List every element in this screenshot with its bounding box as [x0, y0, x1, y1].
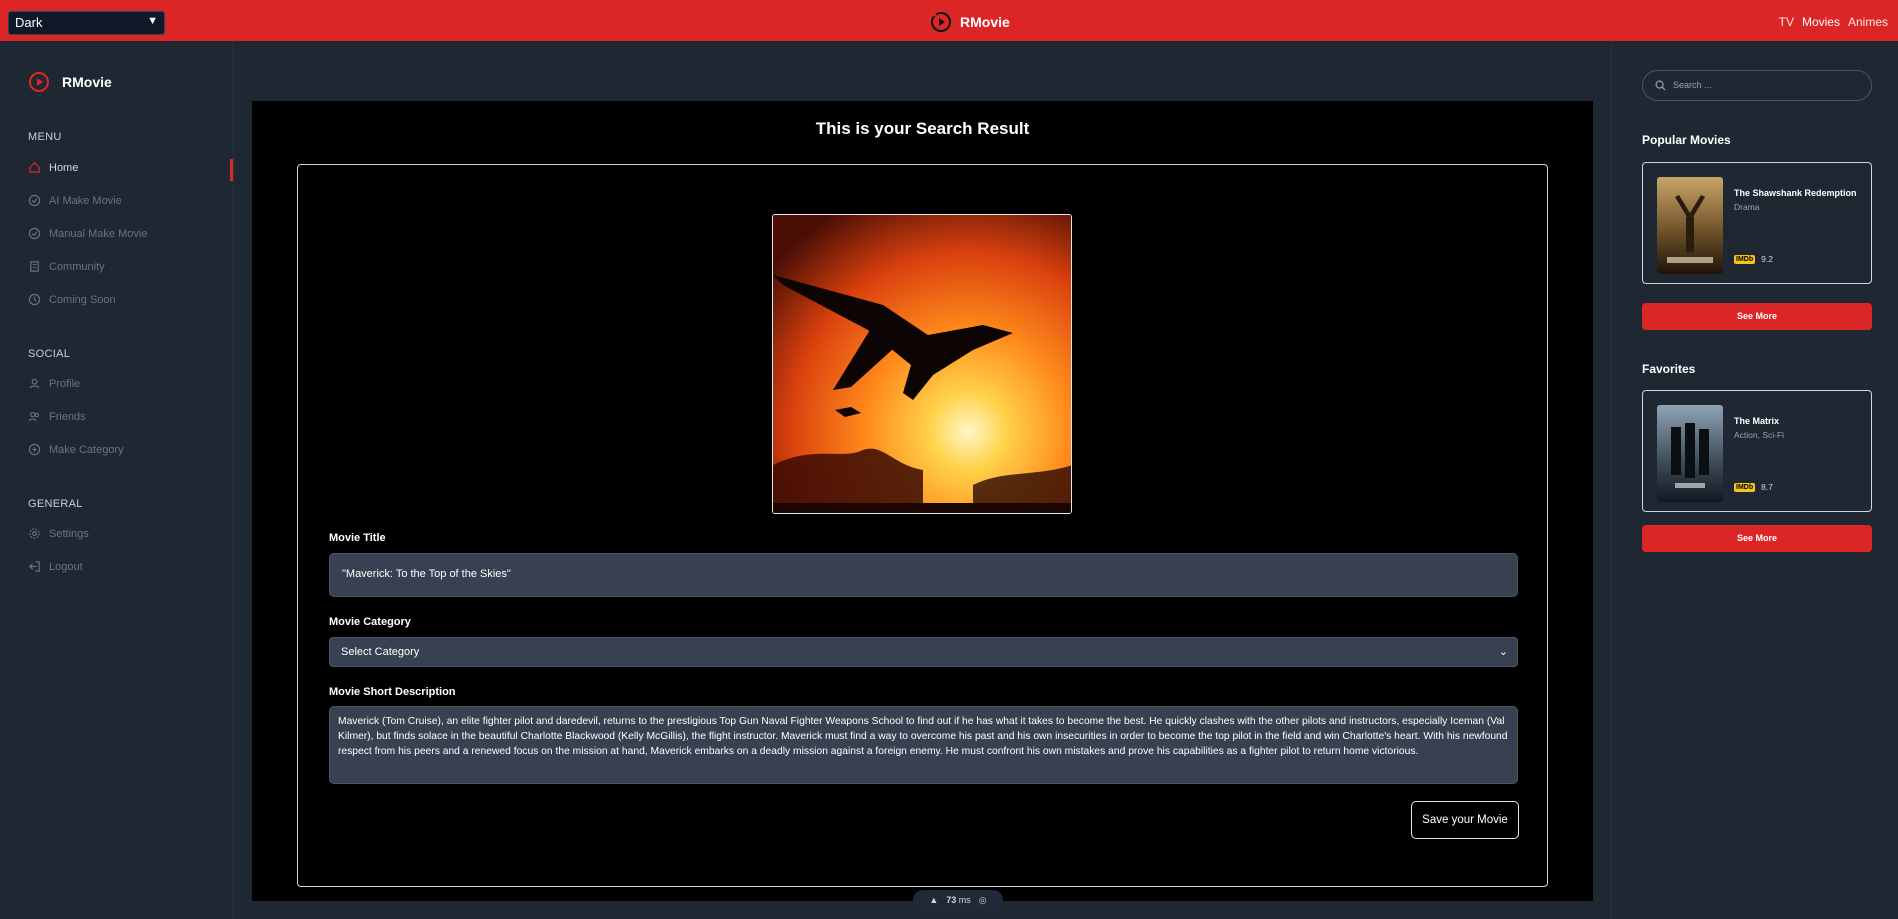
favorite-movie-card[interactable]: The Matrix Action, Sci-Fi IMDb 8.7	[1642, 390, 1872, 512]
shawshank-poster	[1657, 177, 1723, 274]
page-title: This is your Search Result	[815, 119, 1030, 138]
search-result-panel: This is your Search Result Movie Title "…	[252, 101, 1593, 901]
building-icon	[30, 261, 39, 272]
theme-select-value: Dark	[15, 15, 43, 30]
popular-movie-rating: IMDb 9.2	[1734, 254, 1773, 264]
sidebar-item-manual-make-movie[interactable]: Manual Make Movie	[28, 227, 147, 240]
favorite-movie-genre: Action, Sci-Fi	[1734, 430, 1785, 440]
sidebar-item-label: Manual Make Movie	[49, 227, 148, 240]
see-more-popular-button[interactable]: See More	[1642, 303, 1872, 330]
top-nav: TV Movies Animes	[1779, 15, 1888, 29]
play-logo-icon	[931, 12, 951, 32]
sidebar-item-profile[interactable]: Profile	[28, 377, 80, 390]
sidebar-item-ai-make-movie[interactable]: AI Make Movie	[28, 194, 122, 207]
check-circle-icon	[28, 227, 41, 240]
gear-icon	[29, 528, 40, 539]
movie-title-input[interactable]: "Maverick: To the Top of the Skies"	[329, 553, 1518, 597]
movie-title-label: Movie Title	[329, 532, 386, 544]
target-icon: ◎	[978, 894, 987, 905]
movie-description-label: Movie Short Description	[329, 686, 456, 698]
sidebar-item-coming-soon[interactable]: Coming Soon	[28, 293, 116, 306]
circle-plus-icon	[28, 443, 41, 456]
section-title-social: SOCIAL	[28, 348, 71, 360]
favorite-movie-rating: IMDb 8.7	[1734, 482, 1773, 492]
movie-category-select[interactable]: Select Category ⌄	[329, 637, 1518, 667]
play-logo-icon	[29, 72, 49, 92]
popular-movie-title: The Shawshank Redemption	[1734, 188, 1857, 198]
sidebar-item-label: Logout	[49, 560, 83, 573]
favorite-movie-title: The Matrix	[1734, 416, 1780, 426]
mountain-icon: ▲	[929, 895, 939, 905]
matrix-poster	[1657, 405, 1723, 502]
top-bar: Dark ▼ RMovie TV Movies Animes	[0, 0, 1898, 41]
movie-category-label: Movie Category	[329, 616, 411, 628]
imdb-badge: IMDb	[1734, 254, 1756, 264]
sidebar-brand[interactable]: RMovie	[28, 71, 112, 93]
user-icon	[29, 378, 40, 389]
users-icon	[28, 412, 40, 422]
sidebar-item-settings[interactable]: Settings	[28, 527, 89, 540]
top-brand[interactable]: RMovie	[930, 11, 1010, 33]
nav-link-movies[interactable]: Movies	[1802, 15, 1840, 29]
sidebar-item-home[interactable]: Home	[28, 161, 78, 174]
search-placeholder: Search ...	[1673, 80, 1712, 90]
popular-movies-title: Popular Movies	[1642, 133, 1731, 147]
movie-form-card: Movie Title "Maverick: To the Top of the…	[297, 164, 1548, 887]
top-brand-name: RMovie	[960, 14, 1010, 30]
sidebar-item-label: Make Category	[49, 443, 124, 456]
sidebar-item-label: Settings	[49, 527, 89, 540]
sidebar-item-label: Profile	[49, 377, 81, 390]
check-circle-icon	[28, 194, 41, 207]
sidebar-brand-name: RMovie	[62, 74, 112, 90]
sidebar-item-friends[interactable]: Friends	[28, 410, 86, 423]
movie-category-value: Select Category	[341, 646, 420, 658]
favorites-title: Favorites	[1642, 362, 1696, 376]
section-title-menu: MENU	[28, 131, 62, 143]
section-title-general: GENERAL	[28, 498, 83, 510]
nav-link-animes[interactable]: Animes	[1848, 15, 1888, 29]
popular-movie-genre: Drama	[1734, 202, 1760, 212]
sidebar-item-make-category[interactable]: Make Category	[28, 443, 124, 456]
rating-value: 9.2	[1761, 254, 1773, 264]
home-icon	[29, 162, 40, 173]
theme-select[interactable]: Dark ▼	[8, 11, 165, 35]
sidebar-item-label: Friends	[49, 410, 86, 423]
left-sidebar: RMovie MENU Home AI Make Movie Manual Ma…	[0, 41, 234, 919]
sidebar-item-label: Home	[49, 161, 79, 174]
search-input[interactable]: Search ...	[1642, 70, 1872, 101]
perf-value: 73 ms	[946, 895, 971, 905]
sidebar-item-logout[interactable]: Logout	[28, 560, 83, 573]
search-icon	[1655, 80, 1666, 91]
active-indicator	[230, 159, 233, 181]
clock-icon	[28, 293, 41, 306]
chevron-down-icon: ⌄	[1498, 646, 1508, 658]
popular-movie-card[interactable]: The Shawshank Redemption Drama IMDb 9.2	[1642, 162, 1872, 284]
see-more-favorites-button[interactable]: See More	[1642, 525, 1872, 552]
movie-poster-image	[772, 214, 1072, 514]
logout-icon	[29, 561, 40, 572]
sidebar-item-label: AI Make Movie	[49, 194, 122, 207]
sidebar-item-label: Community	[49, 260, 105, 273]
perf-indicator: ▲ 73 ms ◎	[913, 890, 1003, 910]
right-sidebar: Search ... Popular Movies The Shawshank …	[1611, 41, 1898, 919]
sidebar-item-label: Coming Soon	[49, 293, 116, 306]
movie-description-textarea[interactable]: Maverick (Tom Cruise), an elite fighter …	[329, 706, 1518, 784]
chevron-down-icon: ▼	[147, 15, 158, 27]
rating-value: 8.7	[1761, 482, 1773, 492]
imdb-badge: IMDb	[1734, 482, 1756, 492]
sidebar-item-community[interactable]: Community	[28, 260, 105, 273]
nav-link-tv[interactable]: TV	[1779, 15, 1794, 29]
save-movie-button[interactable]: Save your Movie	[1411, 801, 1519, 839]
